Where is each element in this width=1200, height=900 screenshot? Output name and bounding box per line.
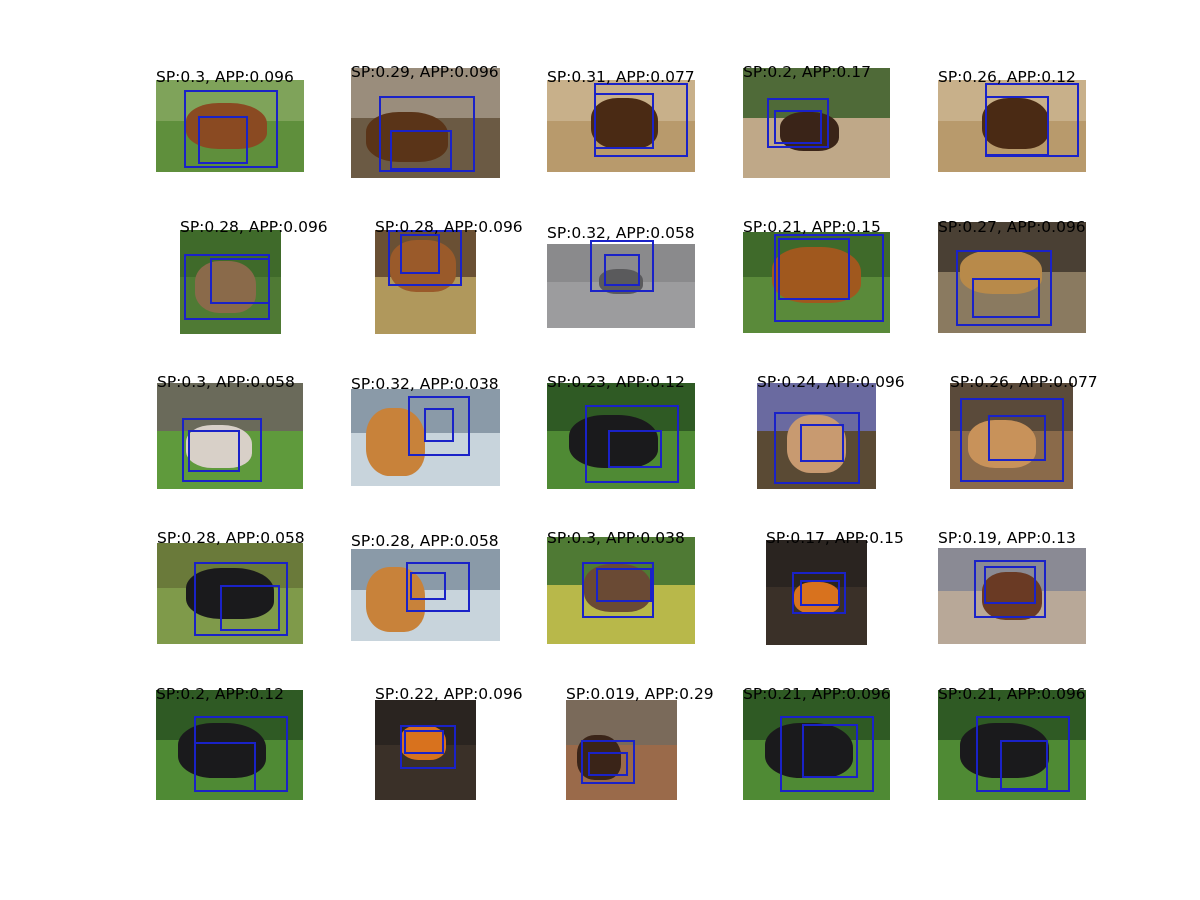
detection-box: [594, 93, 654, 149]
detection-box: [608, 430, 662, 468]
panel-caption: SP:0.28, APP:0.096: [375, 218, 523, 236]
detection-box: [588, 752, 628, 776]
detection-box: [390, 130, 452, 170]
panel-caption: SP:0.21, APP:0.096: [938, 685, 1086, 703]
panel-caption: SP:0.28, APP:0.096: [180, 218, 328, 236]
detection-box: [988, 415, 1046, 461]
detection-box: [410, 572, 446, 600]
panel-caption: SP:0.24, APP:0.096: [757, 373, 905, 391]
detection-box: [984, 566, 1036, 604]
panel-caption: SP:0.27, APP:0.096: [938, 218, 1086, 236]
panel-caption: SP:0.32, APP:0.058: [547, 224, 695, 242]
panel-caption: SP:0.28, APP:0.058: [157, 529, 305, 547]
detection-box: [604, 254, 640, 286]
panel-caption: SP:0.23, APP:0.12: [547, 373, 685, 391]
detection-box: [596, 568, 652, 602]
panel-caption: SP:0.19, APP:0.13: [938, 529, 1076, 547]
panel-caption: SP:0.3, APP:0.096: [156, 68, 294, 86]
panel-caption: SP:0.3, APP:0.058: [157, 373, 295, 391]
panel-caption: SP:0.21, APP:0.15: [743, 218, 881, 236]
detection-box: [210, 258, 270, 304]
detection-box: [198, 116, 248, 164]
panel-caption: SP:0.2, APP:0.12: [156, 685, 284, 703]
panel-caption: SP:0.21, APP:0.096: [743, 685, 891, 703]
detection-box: [188, 430, 240, 472]
detection-box: [778, 238, 850, 300]
detection-box: [802, 724, 858, 778]
panel-caption: SP:0.32, APP:0.038: [351, 375, 499, 393]
panel-caption: SP:0.26, APP:0.12: [938, 68, 1076, 86]
detection-box: [404, 730, 444, 754]
detection-box: [400, 234, 440, 274]
detection-box: [424, 408, 454, 442]
detection-box: [220, 585, 280, 631]
detection-box: [1000, 740, 1048, 790]
panel-caption: SP:0.019, APP:0.29: [566, 685, 714, 703]
panel-caption: SP:0.26, APP:0.077: [950, 373, 1098, 391]
panel-caption: SP:0.2, APP:0.17: [743, 63, 871, 81]
detection-box: [800, 424, 844, 462]
results-figure: SP:0.3, APP:0.096 SP:0.29, APP:0.096 SP:0.…: [0, 0, 1200, 900]
detection-box: [194, 742, 256, 792]
panel-caption: SP:0.17, APP:0.15: [766, 529, 904, 547]
detection-box: [800, 580, 840, 606]
panel-caption: SP:0.22, APP:0.096: [375, 685, 523, 703]
panel-caption: SP:0.31, APP:0.077: [547, 68, 695, 86]
detection-box: [774, 110, 822, 144]
detection-box: [985, 96, 1049, 156]
panel-caption: SP:0.28, APP:0.058: [351, 532, 499, 550]
panel-caption: SP:0.3, APP:0.038: [547, 529, 685, 547]
detection-box: [972, 278, 1040, 318]
panel-caption: SP:0.29, APP:0.096: [351, 63, 499, 81]
